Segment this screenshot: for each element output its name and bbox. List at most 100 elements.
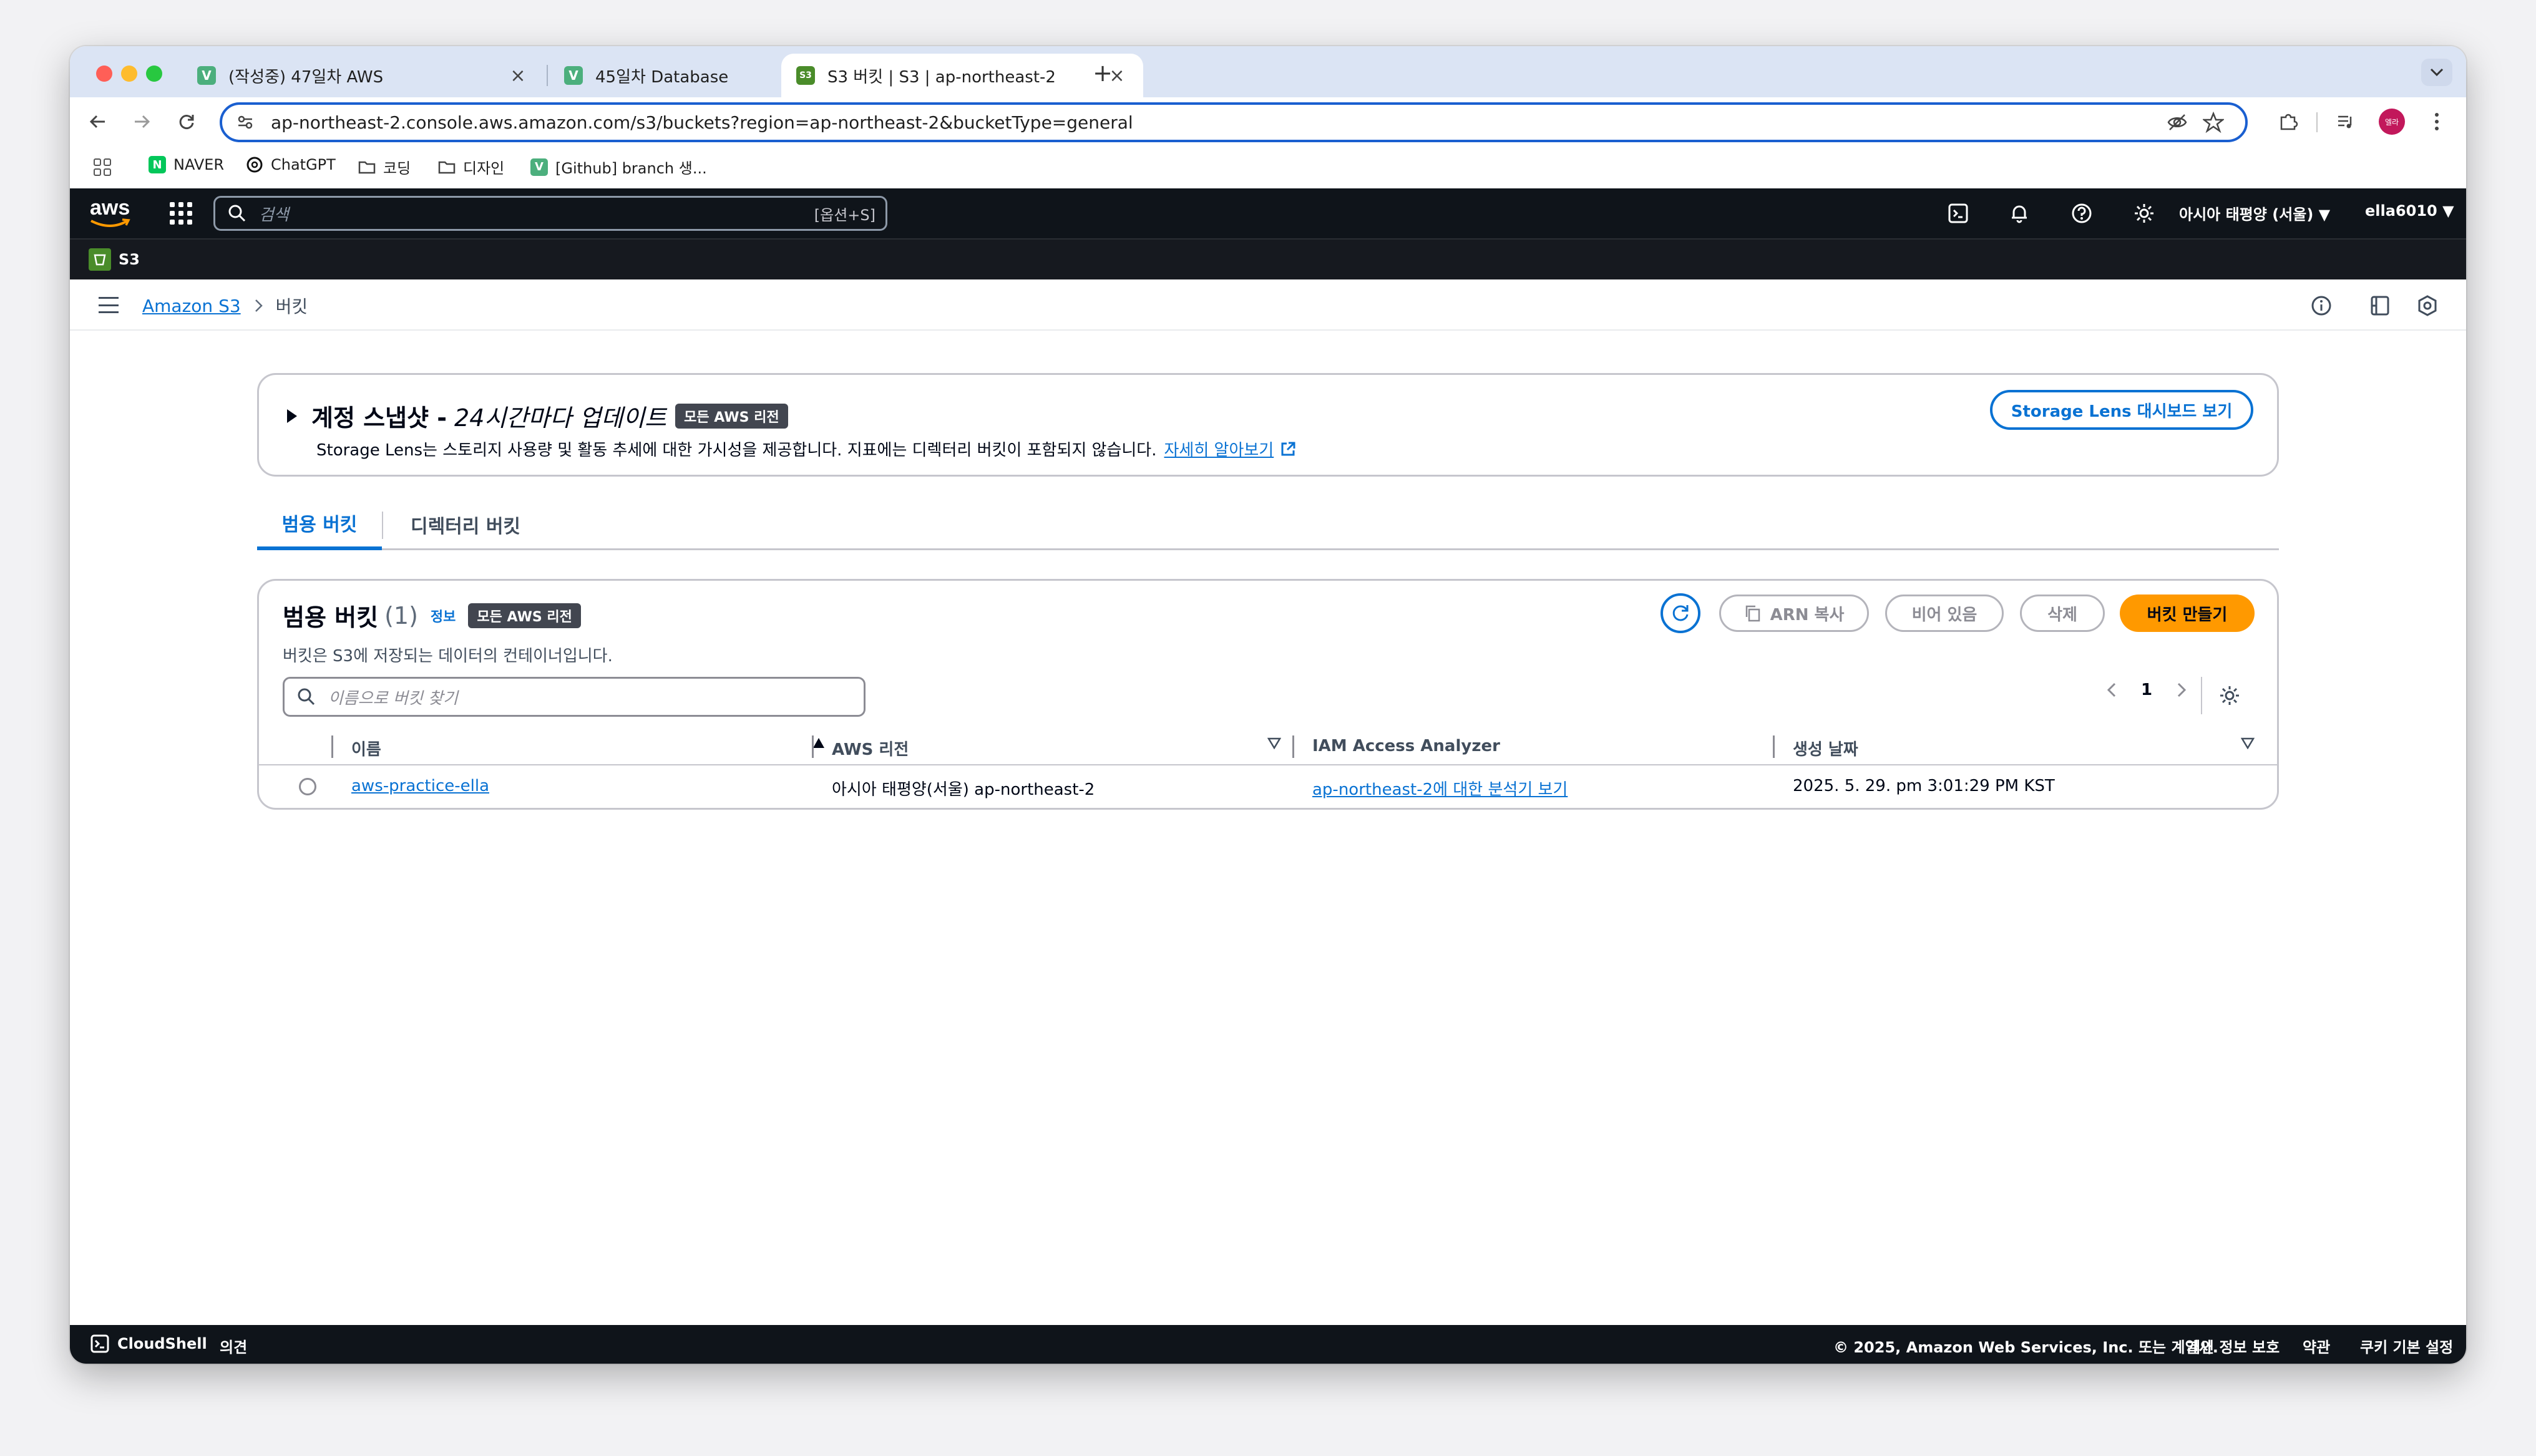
browser-menu-button[interactable] [2427, 107, 2446, 136]
gear-icon[interactable] [2133, 202, 2155, 225]
create-bucket-button[interactable]: 버킷 만들기 [2120, 595, 2255, 632]
bookmark-naver[interactable]: N NAVER [149, 156, 224, 173]
hexagon-settings-icon[interactable] [2416, 294, 2439, 317]
column-header-region[interactable]: AWS 리전 [832, 737, 1281, 760]
chevron-right-icon[interactable] [2173, 681, 2188, 699]
close-tab-icon[interactable]: × [507, 65, 529, 87]
bookmark-label: 디자인 [463, 160, 505, 177]
velog-icon: V [530, 158, 548, 176]
s3-service-shortcut[interactable]: S3 [89, 248, 140, 271]
puzzle-icon [2280, 114, 2298, 130]
folder-icon [438, 158, 456, 176]
profile-avatar[interactable]: 엘라 [2379, 109, 2405, 135]
refresh-button[interactable] [1661, 593, 1700, 633]
star-icon[interactable] [2203, 112, 2224, 133]
site-settings-icon[interactable] [236, 113, 255, 132]
snapshot-expand-toggle[interactable]: 계정 스냅샷 - 24시간마다 업데이트 모든 AWS 리전 [285, 399, 788, 433]
terms-link[interactable]: 약관 [2303, 1335, 2330, 1357]
feedback-link[interactable]: 의견 [220, 1335, 247, 1357]
close-window-button[interactable] [96, 66, 112, 82]
kebab-dot [2435, 127, 2439, 130]
table-preferences-button[interactable] [2218, 684, 2241, 707]
services-menu-icon[interactable] [170, 202, 192, 225]
tab-title: 45일차 Database [595, 67, 729, 87]
reload-button[interactable] [171, 106, 202, 137]
bookmark-chatgpt[interactable]: ChatGPT [246, 156, 336, 173]
avatar-initials: 엘라 [2384, 117, 2399, 127]
help-icon[interactable] [2070, 202, 2093, 225]
tab-search-button[interactable] [2421, 59, 2452, 86]
column-label: IAM Access Analyzer [1312, 737, 1500, 755]
aws-search-input[interactable]: 검색 [옵션+S] [213, 196, 887, 231]
extensions-button[interactable] [2273, 106, 2304, 137]
apps-grid-icon[interactable] [94, 158, 111, 176]
bookmark-github-branch[interactable]: V [Github] branch 생... [530, 156, 707, 178]
arrow-right-icon [135, 115, 150, 129]
aws-logo[interactable]: aws [90, 196, 135, 228]
cloudshell-label: CloudShell [117, 1335, 207, 1352]
copy-arn-label: ARN 복사 [1770, 605, 1845, 624]
copy-arn-button[interactable]: ARN 복사 [1719, 595, 1869, 632]
address-bar[interactable]: ap-northeast-2.console.aws.amazon.com/s3… [220, 102, 2248, 142]
column-header-name[interactable]: 이름 [351, 737, 826, 760]
delete-bucket-button[interactable]: 삭제 [2020, 595, 2105, 632]
bucket-search-input[interactable]: 이름으로 버킷 찾기 [283, 677, 866, 717]
copy-icon [1745, 605, 1760, 622]
table-row[interactable]: aws-practice-ella 아시아 태평양(서울) ap-northea… [259, 767, 2277, 807]
bell-icon[interactable] [2008, 202, 2031, 225]
column-header-created[interactable]: 생성 날짜 [1793, 737, 2255, 760]
tab-general-purpose-buckets[interactable]: 범용 버킷 [257, 499, 382, 550]
minimize-window-button[interactable] [121, 66, 137, 82]
url-text: ap-northeast-2.console.aws.amazon.com/s3… [271, 112, 1133, 133]
eye-off-icon[interactable] [2167, 112, 2188, 133]
chevron-left-icon[interactable] [2105, 681, 2120, 699]
learn-more-link[interactable]: 자세히 알아보기 [1164, 437, 1274, 460]
bucket-name-link[interactable]: aws-practice-ella [351, 777, 489, 795]
chevron-down-icon [2430, 68, 2444, 77]
account-snapshot-card: 계정 스냅샷 - 24시간마다 업데이트 모든 AWS 리전 Storage L… [257, 373, 2279, 477]
cookie-preferences-link[interactable]: 쿠키 기본 설정 [2360, 1335, 2453, 1357]
region-selector[interactable]: 아시아 태평양 (서울) ▼ [2179, 202, 2330, 224]
account-menu[interactable]: ella6010 ▼ [2365, 202, 2454, 220]
bucket-created-date: 2025. 5. 29. pm 3:01:29 PM KST [1793, 777, 2055, 795]
row-select-radio[interactable] [299, 778, 316, 795]
delete-label: 삭제 [2047, 605, 2077, 624]
split-panel-icon[interactable] [2369, 294, 2391, 317]
breadcrumb-bar: Amazon S3 버킷 [70, 279, 2466, 331]
bookmark-folder-coding[interactable]: 코딩 [358, 156, 411, 178]
tab-strip: V (작성중) 47일차 AWS × V 45일차 Database × S3 … [70, 46, 2466, 97]
browser-toolbar: ap-northeast-2.console.aws.amazon.com/s3… [70, 97, 2466, 146]
info-link[interactable]: 정보 [431, 606, 456, 626]
current-page[interactable]: 1 [2141, 681, 2152, 699]
forward-button[interactable] [126, 106, 157, 137]
sort-ascending-icon [813, 738, 824, 748]
cloudshell-footer-button[interactable]: CloudShell [90, 1334, 207, 1354]
create-bucket-label: 버킷 만들기 [2147, 605, 2228, 624]
external-link-icon [1281, 442, 1295, 455]
copyright-text: © 2025, Amazon Web Services, Inc. 또는 계열사… [1833, 1339, 2218, 1356]
search-icon [298, 688, 315, 706]
tab-directory-buckets[interactable]: 디렉터리 버킷 [384, 499, 547, 550]
browser-tab-aws-notes[interactable]: V (작성중) 47일차 AWS × [182, 54, 544, 97]
column-header-analyzer[interactable]: IAM Access Analyzer [1312, 737, 1500, 755]
info-panel-icon[interactable] [2310, 294, 2333, 317]
zoom-window-button[interactable] [146, 66, 162, 82]
new-tab-button[interactable]: + [1087, 57, 1118, 89]
storage-lens-dashboard-button[interactable]: Storage Lens 대시보드 보기 [1990, 390, 2253, 430]
breadcrumb-amazon-s3[interactable]: Amazon S3 [142, 296, 241, 316]
bookmark-folder-design[interactable]: 디자인 [438, 156, 504, 178]
back-button[interactable] [82, 106, 114, 137]
bucket-region: 아시아 태평양(서울) ap-northeast-2 [832, 780, 1095, 799]
privacy-link[interactable]: 개인 정보 보호 [2187, 1335, 2280, 1357]
media-controls-button[interactable] [2330, 106, 2361, 137]
panel-description: 버킷은 S3에 저장되는 데이터의 컨테이너입니다. [283, 647, 613, 666]
cloudshell-icon[interactable] [1947, 202, 1969, 225]
analyzer-link[interactable]: ap-northeast-2에 대한 분석기 보기 [1312, 777, 1568, 800]
s3-service-icon [89, 248, 111, 271]
naver-icon: N [149, 156, 166, 173]
empty-bucket-button[interactable]: 비어 있음 [1885, 595, 2004, 632]
breadcrumb-current: 버킷 [275, 296, 308, 317]
velog-favicon-icon: V [564, 66, 583, 85]
hamburger-menu-icon[interactable] [99, 297, 119, 313]
console-footer: CloudShell 의견 © 2025, Amazon Web Service… [70, 1325, 2466, 1364]
